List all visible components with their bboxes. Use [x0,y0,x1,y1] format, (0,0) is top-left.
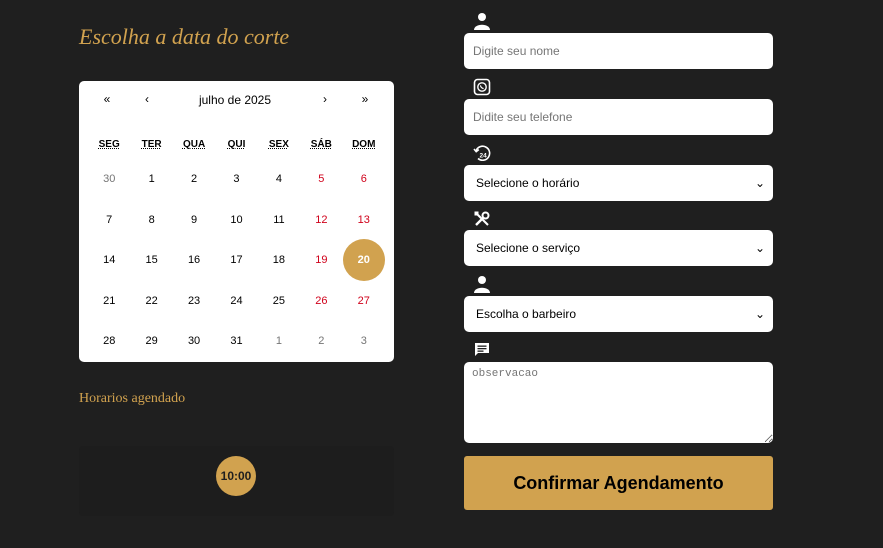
calendar-day[interactable]: 14 [88,240,130,281]
name-input[interactable] [464,33,773,69]
weekday-label: SÁB [310,139,332,150]
calendar-day[interactable]: 4 [258,159,300,200]
tools-icon [474,211,490,226]
chevron-down-icon: ⌄ [754,307,765,321]
scheduled-times-panel: 10:00 [79,446,394,516]
calendar-day[interactable]: 10 [215,200,257,241]
barber-select-value: Escolha o barbeiro [476,307,577,321]
calendar-day[interactable]: 8 [130,200,172,241]
clock-24-icon: 24 [473,145,491,161]
calendar-day[interactable]: 3 [343,321,385,362]
prev-month-button[interactable]: ‹ [137,92,157,106]
calendar-day[interactable]: 1 [258,321,300,362]
calendar-day[interactable]: 24 [215,281,257,322]
calendar-day[interactable]: 9 [173,200,215,241]
weekday-label: SEG [98,139,120,150]
calendar: « ‹ julho de 2025 › » SEG TER QUA QUI SE… [79,81,394,362]
calendar-day[interactable]: 19 [300,240,342,281]
month-label[interactable]: julho de 2025 [175,93,295,107]
prev-year-button[interactable]: « [97,92,117,106]
user-icon [474,13,490,30]
service-select-value: Selecione o serviço [476,241,581,255]
weekday-header: SEG TER QUA QUI SEX SÁB DOM [88,139,385,150]
calendar-day[interactable]: 12 [300,200,342,241]
calendar-day[interactable]: 17 [215,240,257,281]
calendar-day[interactable]: 30 [88,159,130,200]
calendar-day[interactable]: 30 [173,321,215,362]
calendar-day[interactable]: 18 [258,240,300,281]
weekday-label: QUA [182,139,206,150]
weekday-label: SEX [268,139,289,150]
scheduled-times-title: Horarios agendado [79,391,186,406]
user-icon [474,276,490,293]
calendar-day[interactable]: 22 [130,281,172,322]
calendar-day[interactable]: 3 [215,159,257,200]
weekday-label: TER [141,139,162,150]
page-title: Escolha a data do corte [79,24,290,49]
calendar-day[interactable]: 6 [343,159,385,200]
calendar-day[interactable]: 31 [215,321,257,362]
calendar-day[interactable]: 25 [258,281,300,322]
next-month-button[interactable]: › [315,92,335,106]
calendar-day[interactable]: 15 [130,240,172,281]
calendar-day[interactable]: 7 [88,200,130,241]
time-slot[interactable]: 10:00 [216,456,256,496]
whatsapp-icon [473,78,491,96]
next-year-button[interactable]: » [355,92,375,106]
calendar-day[interactable]: 28 [88,321,130,362]
weekday-label: DOM [352,139,376,150]
calendar-day[interactable]: 16 [173,240,215,281]
calendar-days: 30 1 2 3 4 5 6 7 8 9 10 11 12 13 14 15 1… [88,159,385,362]
time-select-value: Selecione o horário [476,176,580,190]
chevron-down-icon: ⌄ [754,176,765,190]
weekday-label: QUI [227,139,246,150]
calendar-day[interactable]: 26 [300,281,342,322]
chevron-down-icon: ⌄ [754,241,765,255]
calendar-day-selected[interactable]: 20 [342,239,385,282]
notes-textarea[interactable] [464,362,773,443]
confirm-booking-button[interactable]: Confirmar Agendamento [464,456,773,510]
time-select[interactable]: Selecione o horário ⌄ [464,165,773,201]
calendar-day[interactable]: 2 [300,321,342,362]
calendar-day[interactable]: 29 [130,321,172,362]
calendar-day[interactable]: 11 [258,200,300,241]
calendar-day[interactable]: 23 [173,281,215,322]
message-icon [475,343,489,356]
calendar-day[interactable]: 13 [343,200,385,241]
barber-select[interactable]: Escolha o barbeiro ⌄ [464,296,773,332]
calendar-day[interactable]: 2 [173,159,215,200]
calendar-day[interactable]: 5 [300,159,342,200]
calendar-day[interactable]: 1 [130,159,172,200]
service-select[interactable]: Selecione o serviço ⌄ [464,230,773,266]
calendar-navigation: « ‹ julho de 2025 › » [79,81,394,119]
calendar-day[interactable]: 21 [88,281,130,322]
svg-text:24: 24 [480,153,488,160]
calendar-day[interactable]: 27 [343,281,385,322]
phone-input[interactable] [464,99,773,135]
